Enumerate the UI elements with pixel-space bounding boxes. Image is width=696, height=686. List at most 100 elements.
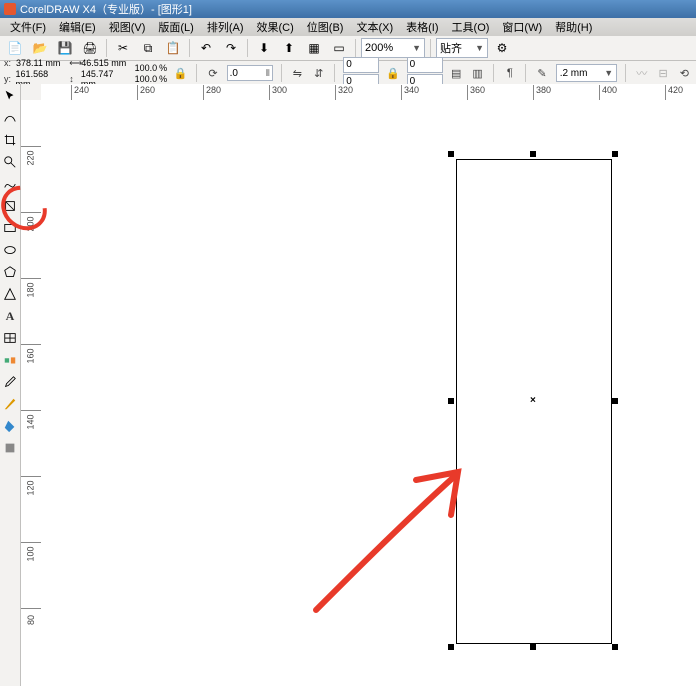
import-button[interactable]: ⬇ — [253, 37, 275, 59]
app-launcher-button[interactable]: ▦ — [303, 37, 325, 59]
basic-shapes-tool[interactable] — [2, 286, 18, 302]
convert-curves-button[interactable]: 〰 — [634, 65, 649, 81]
pick-tool[interactable] — [2, 88, 18, 104]
wrap-text-button[interactable]: ¶ — [502, 65, 517, 81]
pct-label: % — [159, 63, 167, 73]
ruler-tick: 320 — [335, 85, 353, 101]
menu-view[interactable]: 视图(V) — [103, 18, 152, 36]
refresh-button[interactable]: ⟲ — [677, 65, 692, 81]
handle-s[interactable] — [530, 644, 536, 650]
menu-arrange[interactable]: 排列(A) — [201, 18, 250, 36]
scale-x-value[interactable]: 100.0 — [135, 63, 158, 73]
scale-y-value[interactable]: 100.0 — [135, 74, 158, 84]
text-tool[interactable]: A — [2, 308, 18, 324]
horizontal-ruler[interactable]: 240 260 280 300 320 340 360 380 400 420 — [41, 84, 696, 101]
print-button[interactable]: 🖨 — [79, 37, 101, 59]
zoom-tool[interactable] — [2, 154, 18, 170]
lock-corners-button[interactable]: 🔒 — [385, 65, 400, 81]
outline-pen-icon: ✎ — [534, 65, 549, 81]
rotation-value: .0 — [230, 68, 238, 79]
ruler-tick: 80 — [21, 608, 41, 625]
ruler-tick: 220 — [21, 146, 41, 163]
snap-combo[interactable]: 贴齐 ▼ — [436, 38, 488, 58]
handle-w[interactable] — [448, 398, 454, 404]
height-icon: ↕ — [69, 74, 79, 84]
separator — [355, 39, 356, 57]
separator — [625, 64, 626, 82]
x-value: 378.11 mm — [16, 58, 60, 68]
copy-button[interactable]: ⧉ — [137, 37, 159, 59]
ellipse-tool[interactable] — [2, 242, 18, 258]
separator — [247, 39, 248, 57]
ruler-tick: 400 — [599, 85, 617, 101]
options-button[interactable]: ⚙ — [491, 37, 513, 59]
menu-table[interactable]: 表格(I) — [400, 18, 444, 36]
redo-button[interactable]: ↷ — [220, 37, 242, 59]
zoom-level-combo[interactable]: 200% ▼ — [361, 38, 425, 58]
x-label: x: — [4, 58, 14, 68]
window-title: CorelDRAW X4（专业版）- [图形1] — [20, 1, 192, 17]
polygon-tool[interactable] — [2, 264, 18, 280]
menu-file[interactable]: 文件(F) — [4, 18, 52, 36]
handle-se[interactable] — [612, 644, 618, 650]
handle-nw[interactable] — [448, 151, 454, 157]
outline-width-value: .2 mm — [560, 68, 588, 79]
menu-window[interactable]: 窗口(W) — [496, 18, 548, 36]
to-back-button[interactable]: ▥ — [470, 65, 485, 81]
handle-e[interactable] — [612, 398, 618, 404]
table-tool[interactable] — [2, 330, 18, 346]
menu-edit[interactable]: 编辑(E) — [53, 18, 102, 36]
separator — [493, 64, 494, 82]
save-button[interactable]: 💾 — [54, 37, 76, 59]
mirror-h-button[interactable]: ⇋ — [290, 65, 305, 81]
handle-n[interactable] — [530, 151, 536, 157]
selection-center-marker: × — [530, 395, 536, 406]
lock-ratio-button[interactable]: 🔒 — [173, 65, 188, 81]
ruler-tick: 380 — [533, 85, 551, 101]
outline-width-combo[interactable]: .2 mm ▼ — [556, 64, 618, 82]
shape-tool[interactable] — [2, 110, 18, 126]
ruler-tick: 420 — [665, 85, 683, 101]
width-value: 46.515 mm — [81, 58, 126, 68]
fill-tool[interactable] — [2, 418, 18, 434]
ruler-tick: 180 — [21, 278, 41, 295]
rotation-input[interactable]: .0⦀ — [227, 65, 273, 81]
interactive-tool[interactable] — [2, 352, 18, 368]
toolbox: A — [0, 84, 21, 686]
handle-ne[interactable] — [612, 151, 618, 157]
mirror-v-button[interactable]: ⇵ — [311, 65, 326, 81]
interactive-fill-tool[interactable] — [2, 440, 18, 456]
menu-effects[interactable]: 效果(C) — [251, 18, 300, 36]
corner-3-input[interactable]: 0 — [407, 57, 443, 73]
menu-text[interactable]: 文本(X) — [350, 18, 399, 36]
open-button[interactable]: 📂 — [29, 37, 51, 59]
undo-button[interactable]: ↶ — [195, 37, 217, 59]
menu-bitmaps[interactable]: 位图(B) — [301, 18, 350, 36]
pct-label: % — [159, 74, 167, 84]
new-button[interactable]: 📄 — [4, 37, 26, 59]
crop-tool[interactable] — [2, 132, 18, 148]
paste-button[interactable]: 📋 — [162, 37, 184, 59]
outline-tool[interactable] — [2, 396, 18, 412]
scale-block: 100.0% 100.0% — [135, 63, 168, 84]
ruler-tick: 240 — [71, 85, 89, 101]
ruler-tick: 300 — [269, 85, 287, 101]
dropdown-icon: ▼ — [412, 43, 421, 53]
ungroup-button[interactable]: ⊟ — [655, 65, 670, 81]
ruler-tick: 280 — [203, 85, 221, 101]
drawing-canvas[interactable]: × — [41, 100, 696, 686]
to-front-button[interactable]: ▤ — [449, 65, 464, 81]
eyedropper-tool[interactable] — [2, 374, 18, 390]
cut-button[interactable]: ✂ — [112, 37, 134, 59]
corner-1-input[interactable]: 0 — [343, 57, 379, 73]
rotate-icon: ⟳ — [205, 65, 220, 81]
menu-bar: 文件(F) 编辑(E) 视图(V) 版面(L) 排列(A) 效果(C) 位图(B… — [0, 18, 696, 36]
export-button[interactable]: ⬆ — [278, 37, 300, 59]
app-icon — [4, 3, 16, 15]
window-titlebar: CorelDRAW X4（专业版）- [图形1] — [0, 0, 696, 18]
menu-layout[interactable]: 版面(L) — [152, 18, 199, 36]
handle-sw[interactable] — [448, 644, 454, 650]
menu-help[interactable]: 帮助(H) — [549, 18, 598, 36]
ruler-tick: 100 — [21, 542, 41, 559]
menu-tools[interactable]: 工具(O) — [446, 18, 496, 36]
